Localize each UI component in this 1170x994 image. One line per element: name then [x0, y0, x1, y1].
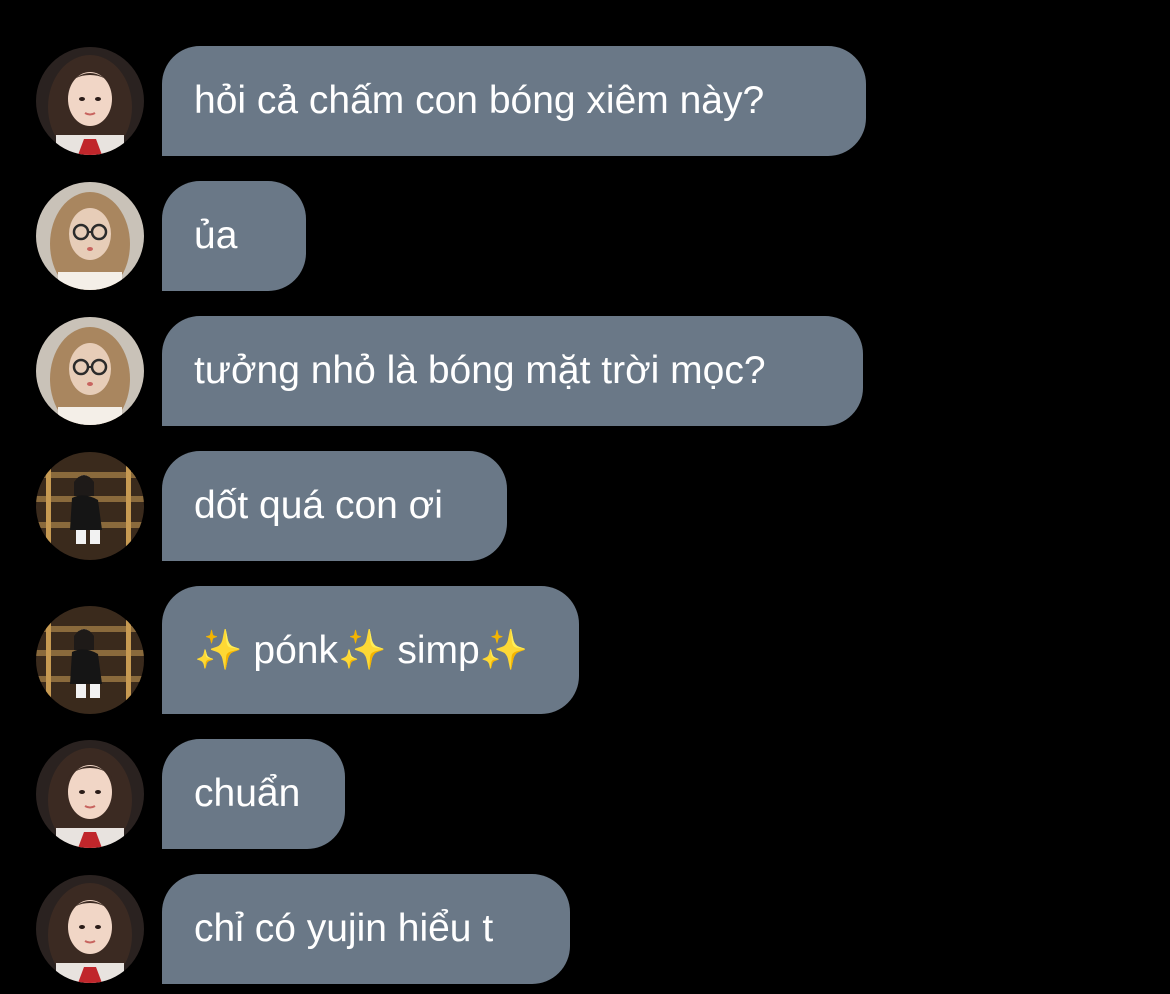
message-bubble[interactable]: ✨ pónk✨ simp✨ [162, 586, 579, 714]
avatar[interactable] [36, 606, 144, 714]
message-text: chuẩn [194, 772, 301, 815]
message-bubble[interactable]: chỉ có yujin hiểu t [162, 874, 570, 984]
chat-message-list: hỏi cả chấm con bóng xiêm này? ủa tưởng … [0, 0, 1170, 994]
avatar[interactable] [36, 875, 144, 983]
message-text: chỉ có yujin hiểu t [194, 907, 494, 950]
avatar-dark-hair-icon [36, 740, 144, 848]
message-text: ủa [194, 214, 238, 257]
avatar[interactable] [36, 317, 144, 425]
message-bubble[interactable]: ủa [162, 181, 306, 291]
message-text: hỏi cả chấm con bóng xiêm này? [194, 79, 765, 122]
avatar[interactable] [36, 740, 144, 848]
avatar-dark-hair-icon [36, 47, 144, 155]
avatar-glasses-icon [36, 317, 144, 425]
message-bubble[interactable]: dốt quá con ơi [162, 451, 507, 561]
message-bubble[interactable]: hỏi cả chấm con bóng xiêm này? [162, 46, 866, 156]
avatar[interactable] [36, 47, 144, 155]
message-bubble[interactable]: chuẩn [162, 739, 345, 849]
avatar-stairs-icon [36, 452, 144, 560]
avatar-glasses-icon [36, 182, 144, 290]
avatar-stairs-icon [36, 606, 144, 714]
avatar[interactable] [36, 182, 144, 290]
message-bubble[interactable]: tưởng nhỏ là bóng mặt trời mọc? [162, 316, 863, 426]
avatar[interactable] [36, 452, 144, 560]
message-text: dốt quá con ơi [194, 484, 443, 527]
avatar-dark-hair-icon [36, 875, 144, 983]
message-text: tưởng nhỏ là bóng mặt trời mọc? [194, 349, 766, 392]
message-text: ✨ pónk✨ simp✨ [194, 629, 529, 672]
